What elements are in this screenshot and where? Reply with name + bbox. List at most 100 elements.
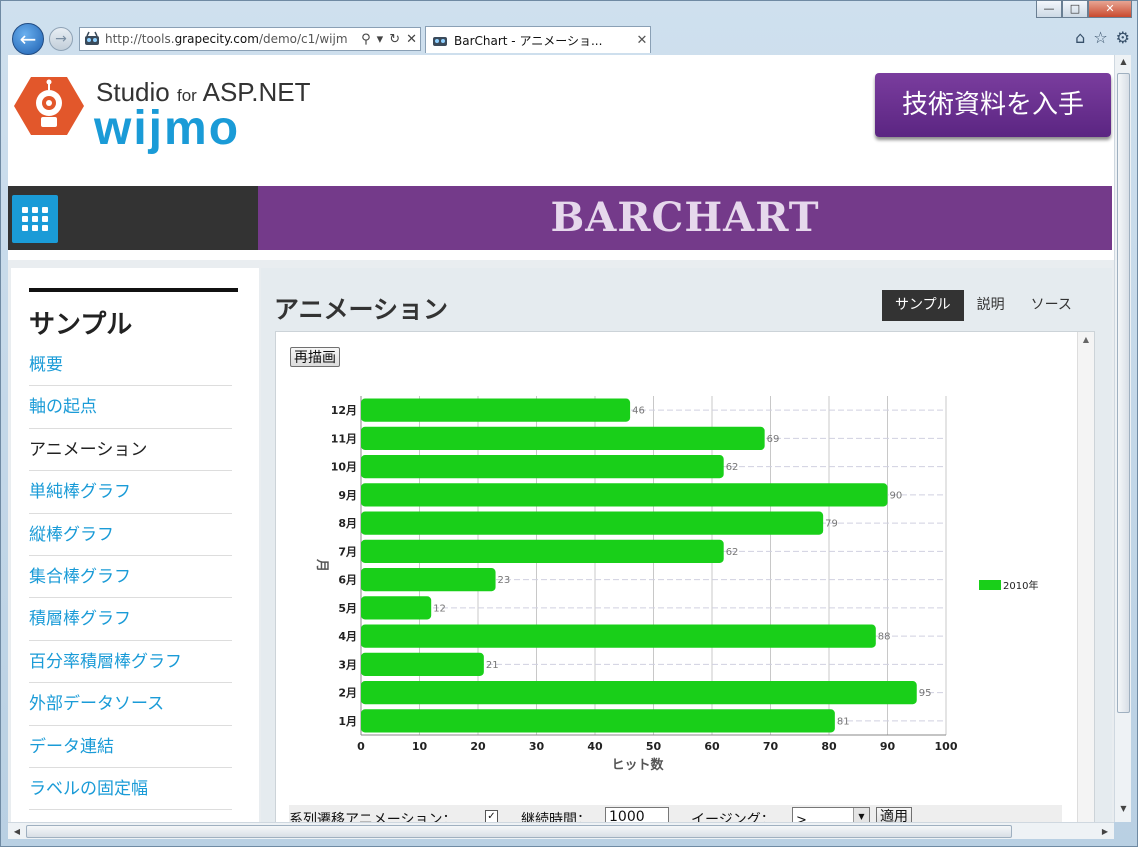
data-label: 62: [726, 547, 739, 558]
bar-chart: 81 1月 95 2月 21 3月 88 4月 12 5月 23 6月 62 7月 79 8月 90 9月 62 10…: [314, 396, 1038, 772]
x-tick-label: 40: [587, 740, 603, 753]
scroll-down-icon[interactable]: ▼: [1115, 804, 1132, 820]
sidebar-item-column[interactable]: 縦棒グラフ: [29, 514, 232, 556]
bar: [361, 426, 765, 450]
wijmo-logo[interactable]: Studio for ASP.NET wijmo: [14, 75, 311, 155]
close-tab-icon[interactable]: ✕: [634, 33, 650, 48]
get-docs-button[interactable]: 技術資料を入手: [875, 73, 1111, 137]
y-tick-label: 12月: [331, 404, 357, 417]
favorites-star-icon[interactable]: ☆: [1093, 28, 1107, 47]
series-animation-label: 系列遷移アニメーション：: [289, 812, 457, 822]
bar: [361, 483, 888, 507]
data-label: 12: [433, 603, 446, 614]
chevron-down-icon: ▼: [853, 808, 869, 822]
tab-source[interactable]: ソース: [1018, 290, 1085, 321]
scroll-right-icon[interactable]: ▶: [1097, 823, 1113, 840]
refresh-icon[interactable]: ↻: [386, 32, 403, 47]
sidebar-item-external-data[interactable]: 外部データソース: [29, 683, 232, 726]
data-label: 79: [825, 519, 838, 530]
sidebar-item-simple-bar[interactable]: 単純棒グラフ: [29, 471, 232, 514]
redraw-button[interactable]: 再描画: [290, 347, 340, 367]
dropdown-icon[interactable]: ▾: [374, 32, 387, 47]
forward-button[interactable]: →: [49, 27, 73, 51]
back-button[interactable]: ←: [12, 23, 44, 55]
browser-tools: ⌂ ☆ ⚙: [1075, 28, 1130, 47]
apply-button[interactable]: 適用: [876, 807, 912, 822]
scroll-up-icon[interactable]: ▲: [1115, 57, 1132, 73]
sidebar-divider: [29, 288, 238, 292]
y-tick-label: 10月: [331, 461, 357, 474]
wijmo-robot-logo-icon: [14, 77, 84, 135]
gear-icon[interactable]: ⚙: [1116, 28, 1130, 47]
sidebar: サンプル 概要 軸の起点 アニメーション 単純棒グラフ 縦棒グラフ 集合棒グラフ…: [11, 268, 259, 822]
search-icon[interactable]: ⚲: [358, 32, 374, 47]
tab-title: BarChart - アニメーショ...: [454, 33, 603, 48]
maximize-button[interactable]: □: [1062, 0, 1088, 18]
data-label: 95: [919, 688, 932, 699]
tab-favicon-icon: [433, 37, 447, 46]
grid-menu-button[interactable]: [12, 195, 58, 243]
x-tick-label: 10: [412, 740, 428, 753]
close-window-button[interactable]: ✕: [1088, 0, 1132, 18]
bar: [361, 596, 432, 620]
x-tick-label: 50: [646, 740, 662, 753]
sidebar-item-animation[interactable]: アニメーション: [29, 429, 232, 472]
data-label: 62: [726, 462, 739, 473]
banner-title: BARCHART: [258, 186, 1112, 250]
series-animation-checkbox[interactable]: ✓: [485, 810, 498, 822]
minimize-button[interactable]: —: [1036, 0, 1062, 18]
vertical-scroll-thumb[interactable]: [1117, 73, 1130, 713]
view-tabs: サンプル 説明 ソース: [882, 290, 1085, 321]
banner-left: [8, 186, 258, 250]
bar: [361, 539, 724, 563]
data-label: 81: [837, 716, 850, 727]
window-controls: — □ ✕: [1036, 0, 1132, 18]
tab-description[interactable]: 説明: [964, 290, 1018, 321]
bar: [361, 568, 496, 592]
scroll-left-icon[interactable]: ◀: [9, 823, 25, 840]
legend-swatch: [979, 580, 1001, 590]
bar: [361, 455, 724, 479]
page-viewport: Studio for ASP.NET wijmo 技術資料を入手 BARCHAR…: [8, 55, 1114, 822]
x-tick-label: 100: [935, 740, 958, 753]
main-panel: アニメーション サンプル 説明 ソース 再描画 81 1月 95 2月 21 3月 88 4月…: [261, 268, 1112, 822]
horizontal-scroll-thumb[interactable]: [26, 825, 1012, 838]
browser-tab[interactable]: BarChart - アニメーショ... ✕: [425, 26, 651, 53]
sidebar-item-stacked[interactable]: 積層棒グラフ: [29, 598, 232, 641]
url-text: http://tools.grapecity.com/demo/c1/wijm: [105, 32, 348, 46]
bar: [361, 511, 824, 535]
demo-scrollbar[interactable]: ▲: [1077, 332, 1094, 822]
x-tick-label: 70: [763, 740, 779, 753]
y-axis-title: 月: [314, 558, 329, 572]
y-tick-label: 6月: [338, 574, 357, 587]
y-tick-label: 4月: [338, 630, 357, 643]
x-tick-label: 20: [470, 740, 486, 753]
bar: [361, 652, 484, 676]
y-tick-label: 1月: [338, 715, 357, 728]
home-icon[interactable]: ⌂: [1075, 28, 1085, 47]
vertical-scrollbar[interactable]: ▲ ▼: [1114, 55, 1131, 822]
x-tick-label: 30: [529, 740, 545, 753]
x-tick-label: 90: [880, 740, 896, 753]
x-tick-label: 0: [357, 740, 365, 753]
sidebar-item-data-binding[interactable]: データ連結: [29, 726, 232, 768]
duration-input[interactable]: 1000: [605, 807, 669, 822]
easing-select[interactable]: > ▼: [792, 807, 870, 822]
sidebar-item-overview[interactable]: 概要: [29, 344, 232, 387]
arrow-right-icon: →: [55, 31, 67, 47]
horizontal-scrollbar[interactable]: ◀ ▶: [8, 822, 1114, 839]
x-tick-label: 80: [821, 740, 837, 753]
stop-icon[interactable]: ✕: [403, 32, 420, 47]
sidebar-item-clustered[interactable]: 集合棒グラフ: [29, 556, 232, 599]
y-tick-label: 2月: [338, 687, 357, 700]
data-label: 90: [890, 490, 903, 501]
duration-label: 継続時間：: [521, 812, 591, 822]
sidebar-item-fixed-label-width[interactable]: ラベルの固定幅: [29, 768, 232, 811]
x-tick-label: 60: [704, 740, 720, 753]
page-title: アニメーション: [274, 295, 449, 324]
sidebar-title: サンプル: [29, 310, 133, 340]
tab-sample[interactable]: サンプル: [882, 290, 964, 321]
address-bar[interactable]: http://tools.grapecity.com/demo/c1/wijm …: [79, 27, 421, 51]
sidebar-item-percent-stacked[interactable]: 百分率積層棒グラフ: [29, 641, 232, 684]
sidebar-item-axis-origin[interactable]: 軸の起点: [29, 386, 232, 429]
